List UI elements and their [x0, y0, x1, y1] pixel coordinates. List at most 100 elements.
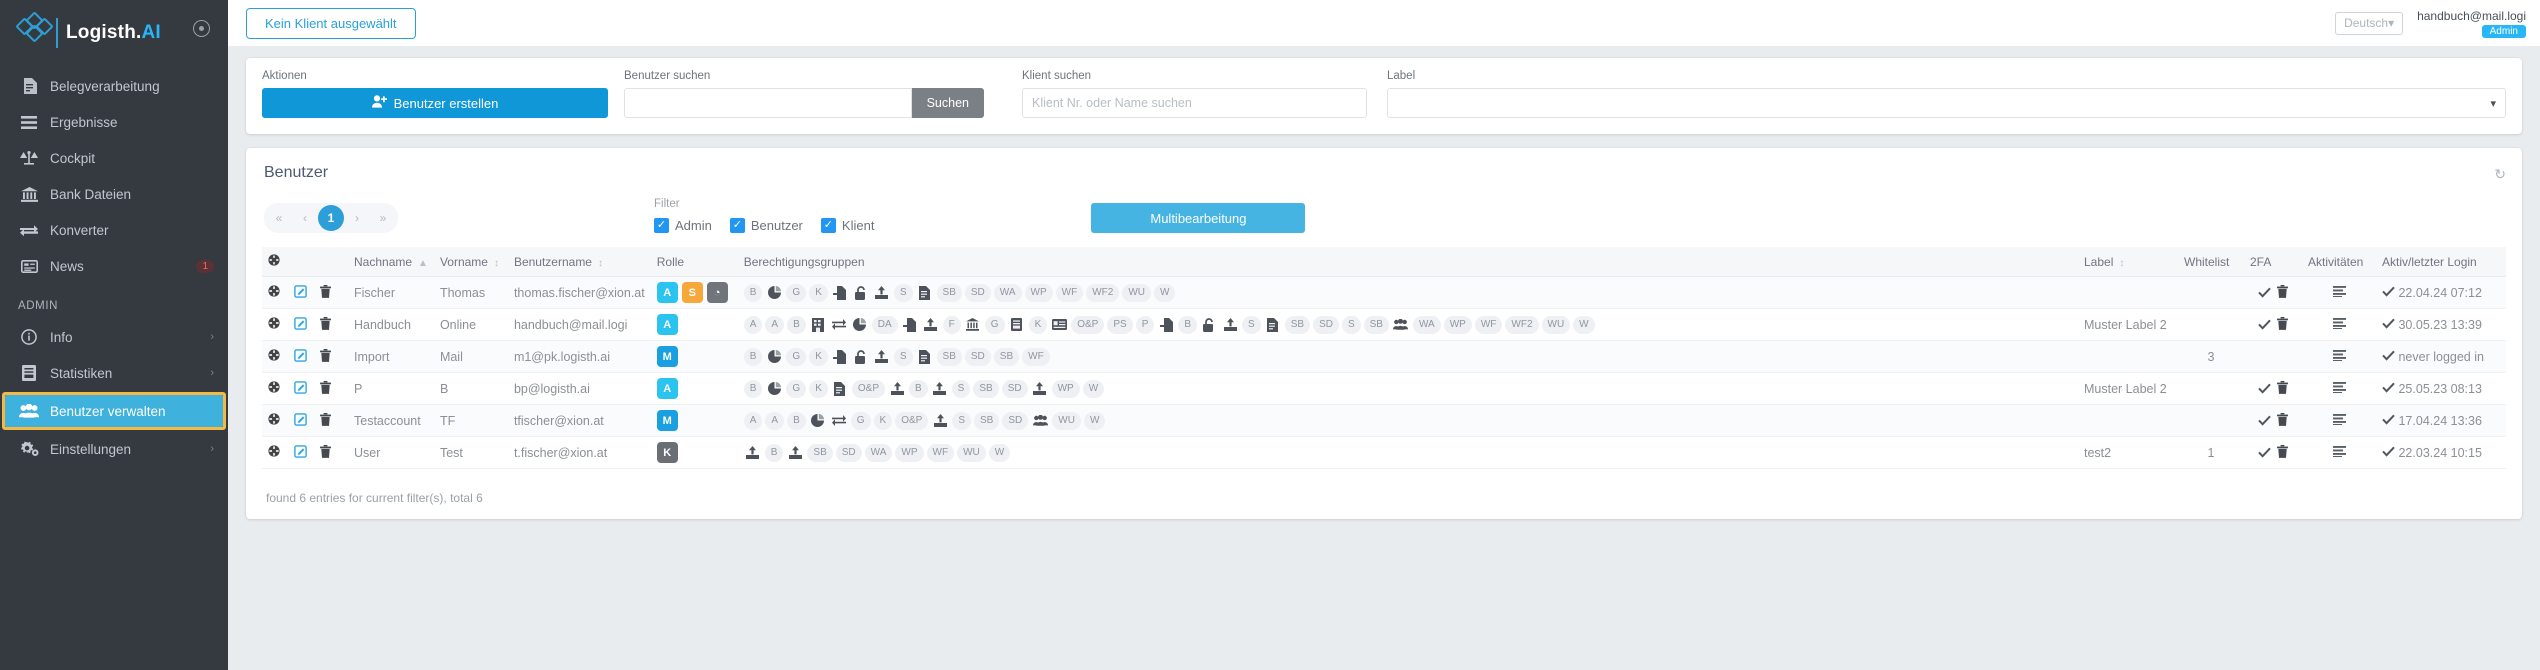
- pagination-first[interactable]: «: [266, 205, 292, 231]
- check-icon[interactable]: [2257, 383, 2271, 394]
- sidebar-item-cockpit[interactable]: Cockpit: [0, 140, 228, 176]
- column-aktivitaeten: Aktivitäten: [2302, 247, 2376, 277]
- sidebar-item-belegverarbeitung[interactable]: Belegverarbeitung: [0, 68, 228, 104]
- doc-icon: [831, 380, 849, 398]
- sidebar-item-bank-dateien[interactable]: Bank Dateien: [0, 176, 228, 212]
- edit-icon[interactable]: [294, 348, 307, 362]
- permission-group-badge: WF2: [1086, 283, 1120, 302]
- gear-icon[interactable]: [268, 349, 280, 361]
- delete-icon[interactable]: [2277, 380, 2289, 394]
- sidebar-item-news[interactable]: News 1: [0, 248, 228, 284]
- permission-group-badge: A: [765, 411, 785, 430]
- sidebar-item-label: Ergebnisse: [50, 114, 118, 130]
- gear-icon[interactable]: [193, 20, 210, 37]
- sidebar-item-benutzer-verwalten[interactable]: Benutzer verwalten: [2, 392, 226, 430]
- activities-icon[interactable]: [2332, 413, 2346, 425]
- gear-icon[interactable]: [268, 285, 280, 297]
- checkbox-klient[interactable]: ✓ Klient: [820, 218, 874, 233]
- table-row[interactable]: User Test t.fischer@xion.at K B SB SD WA WP WF WU W…: [262, 436, 2506, 469]
- delete-icon[interactable]: [2277, 444, 2289, 458]
- activities-icon[interactable]: [2332, 381, 2346, 393]
- edit-icon[interactable]: [294, 380, 307, 394]
- create-user-button[interactable]: Benutzer erstellen: [262, 88, 608, 118]
- chevron-down-icon: ▾: [2490, 97, 2496, 110]
- edit-icon[interactable]: [294, 444, 307, 458]
- client-search-input[interactable]: [1022, 88, 1367, 118]
- column-nachname[interactable]: Nachname ▲: [348, 247, 434, 277]
- refresh-icon[interactable]: ↻: [2494, 166, 2506, 183]
- table-row[interactable]: Testaccount TF tfischer@xion.at M A A B G K O&P S S…: [262, 404, 2506, 437]
- permission-group-badge: WP: [1024, 283, 1053, 302]
- pagination-page-1[interactable]: 1: [318, 205, 344, 231]
- label-select[interactable]: ▾: [1387, 88, 2506, 118]
- delete-icon[interactable]: [320, 412, 331, 426]
- check-icon: [2382, 350, 2395, 361]
- activities-icon[interactable]: [2332, 349, 2346, 361]
- permission-group-badge: F: [942, 315, 961, 334]
- delete-icon[interactable]: [320, 316, 331, 330]
- check-icon[interactable]: [2257, 319, 2271, 330]
- cell-aktivitaeten: [2302, 436, 2376, 469]
- pagination-prev[interactable]: ‹: [292, 205, 318, 231]
- multi-edit-button[interactable]: Multibearbeitung: [1091, 203, 1306, 233]
- column-vorname[interactable]: Vorname ↕: [433, 247, 508, 277]
- delete-icon[interactable]: [320, 380, 331, 394]
- column-label[interactable]: Label ↕: [2078, 247, 2178, 277]
- checkbox-admin[interactable]: ✓ Admin: [654, 218, 712, 233]
- checkbox-benutzer[interactable]: ✓ Benutzer: [729, 218, 803, 233]
- activities-icon[interactable]: [2332, 317, 2346, 329]
- gear-icon[interactable]: [268, 381, 280, 393]
- sidebar-item-ergebnisse[interactable]: Ergebnisse: [0, 104, 228, 140]
- sidebar-item-info[interactable]: Info ›: [0, 319, 228, 355]
- gear-icon[interactable]: [268, 254, 280, 266]
- delete-icon[interactable]: [320, 284, 331, 298]
- cell-label: [2078, 340, 2178, 373]
- delete-icon[interactable]: [2277, 284, 2289, 298]
- delete-icon[interactable]: [2277, 316, 2289, 330]
- search-button[interactable]: Suchen: [911, 88, 984, 118]
- table-row[interactable]: Import Mail m1@pk.logisth.ai M B G K S SB SD SB WF 3…: [262, 340, 2506, 373]
- edit-icon[interactable]: [294, 412, 307, 426]
- cell-berechtigungsgruppen: A A B DA F G K O&P PS P B S SB SD S SB WA WP WF WF2 WU W: [737, 308, 2078, 341]
- table-row[interactable]: Fischer Thomas thomas.fischer@xion.at A S ◔ B G…: [262, 276, 2506, 309]
- doc-icon: [916, 284, 934, 302]
- users-table: Nachname ▲ Vorname ↕ Benutzername ↕ Rolle B…: [262, 247, 2506, 469]
- check-icon[interactable]: [2257, 415, 2271, 426]
- edit-icon[interactable]: [294, 316, 307, 330]
- activities-icon[interactable]: [2332, 445, 2346, 457]
- user-search-input[interactable]: [624, 88, 912, 118]
- last-login-text: never logged in: [2398, 349, 2484, 364]
- gear-icon[interactable]: [268, 317, 280, 329]
- column-benutzername[interactable]: Benutzername ↕: [507, 247, 651, 277]
- column-settings[interactable]: [262, 247, 288, 277]
- permission-group-badge: B: [1178, 315, 1198, 334]
- sidebar-item-statistiken[interactable]: Statistiken ›: [0, 355, 228, 391]
- delete-icon[interactable]: [320, 348, 331, 362]
- pagination-next[interactable]: ›: [344, 205, 370, 231]
- chevron-right-icon: ›: [210, 443, 214, 455]
- permission-group-badge: W: [988, 443, 1011, 462]
- check-icon[interactable]: [2257, 287, 2271, 298]
- delete-icon[interactable]: [320, 444, 331, 458]
- delete-icon[interactable]: [2277, 412, 2289, 426]
- check-icon: [2382, 318, 2395, 329]
- gear-icon[interactable]: [268, 413, 280, 425]
- table-row[interactable]: Handbuch Online handbuch@mail.logi A A A B DA F G…: [262, 308, 2506, 341]
- sidebar-section-admin: ADMIN: [18, 300, 59, 312]
- language-select[interactable]: Deutsch ▾: [2335, 11, 2404, 35]
- pie-icon: [765, 348, 783, 366]
- client-select-button[interactable]: Kein Klient ausgewählt: [246, 7, 416, 39]
- check-icon[interactable]: [2257, 447, 2271, 458]
- sidebar-item-label: Statistiken: [50, 365, 113, 381]
- edit-icon[interactable]: [294, 284, 307, 298]
- table-row[interactable]: P Bbp@logisth.ai A B G K O&P B S SB SD WP W Muster La…: [262, 372, 2506, 405]
- cell-vorname: B: [433, 372, 508, 405]
- gear-icon[interactable]: [268, 445, 280, 457]
- cell-aktiv-letzter-login: 17.04.24 13:36: [2376, 404, 2506, 437]
- sidebar-item-konverter[interactable]: Konverter: [0, 212, 228, 248]
- label-field: Label ▾: [1387, 70, 2506, 118]
- pagination-last[interactable]: »: [370, 205, 396, 231]
- role-badge: ◔: [706, 282, 728, 303]
- sidebar-item-einstellungen[interactable]: Einstellungen ›: [0, 431, 228, 467]
- activities-icon[interactable]: [2332, 285, 2346, 297]
